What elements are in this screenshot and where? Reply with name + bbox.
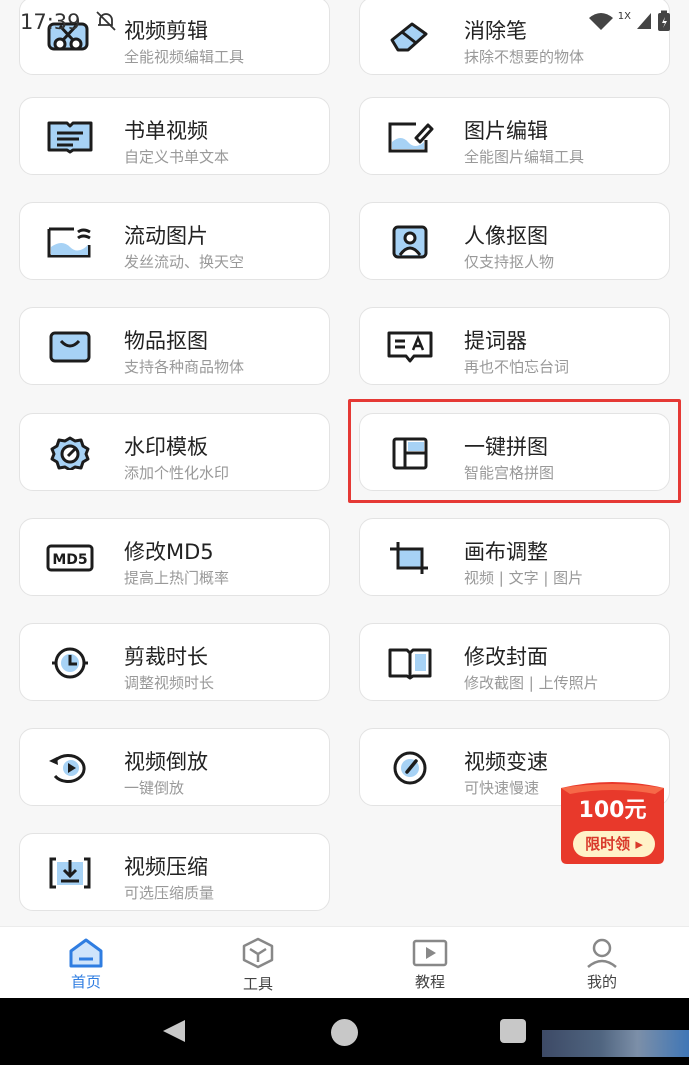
card-title: 修改封面 — [464, 645, 548, 669]
md5-icon: MD5 — [46, 544, 94, 572]
card-subtitle: 抹除不想要的物体 — [464, 48, 585, 66]
card-portrait-cutout[interactable]: 人像抠图 仅支持抠人物 — [359, 202, 670, 280]
teleprompter-icon — [387, 331, 433, 363]
status-time: 17:39 — [20, 10, 81, 34]
battery-icon — [658, 10, 670, 31]
tab-tools[interactable]: 工具 — [198, 927, 318, 999]
svg-text:MD5: MD5 — [52, 552, 87, 568]
tab-label: 教程 — [414, 973, 445, 991]
card-title: 剪裁时长 — [124, 645, 208, 669]
shopping-bag-icon — [49, 331, 91, 363]
card-subtitle: 自定义书单文本 — [124, 148, 230, 166]
card-title: 修改MD5 — [124, 540, 214, 564]
card-teleprompter[interactable]: 提词器 再也不怕忘台词 — [359, 307, 670, 385]
card-flowing-image[interactable]: 流动图片 发丝流动、换天空 — [19, 202, 330, 280]
card-title: 流动图片 — [124, 224, 208, 248]
recent-apps-icon[interactable] — [500, 1019, 526, 1043]
card-video-reverse[interactable]: 视频倒放 一键倒放 — [19, 728, 330, 806]
status-bar: 17:39 1X — [0, 0, 689, 40]
portrait-cutout-icon — [392, 225, 428, 259]
card-title: 人像抠图 — [464, 224, 548, 248]
watermark-badge-icon — [50, 436, 90, 470]
card-title: 图片编辑 — [464, 119, 548, 143]
card-subtitle: 全能图片编辑工具 — [464, 148, 585, 166]
card-subtitle: 调整视频时长 — [124, 674, 215, 692]
compress-icon — [49, 857, 91, 889]
wifi-icon — [588, 13, 613, 30]
card-modify-md5[interactable]: MD5 修改MD5 提高上热门概率 — [19, 518, 330, 596]
card-trim-duration[interactable]: 剪裁时长 调整视频时长 — [19, 623, 330, 701]
promo-amount: 100元 — [578, 798, 647, 823]
signal-icon — [637, 13, 651, 29]
card-title: 书单视频 — [124, 119, 208, 143]
home-circle-icon[interactable] — [331, 1019, 358, 1046]
tab-label: 我的 — [586, 973, 617, 991]
card-subtitle: 全能视频编辑工具 — [124, 48, 245, 66]
image-edit-icon — [388, 122, 434, 153]
card-title: 水印模板 — [124, 435, 208, 459]
speedometer-icon — [393, 751, 427, 785]
bottom-tab-bar: 首页 工具 教程 我的 — [0, 926, 689, 998]
decorative-strip — [542, 1030, 689, 1057]
card-subtitle: 再也不怕忘台词 — [464, 358, 570, 376]
canvas-crop-icon — [390, 542, 428, 574]
card-subtitle: 可快速慢速 — [464, 779, 540, 797]
flowing-image-icon — [47, 227, 91, 258]
card-title: 提词器 — [464, 329, 527, 353]
card-subtitle: 提高上热门概率 — [124, 569, 230, 587]
card-modify-cover[interactable]: 修改封面 修改截图 | 上传照片 — [359, 623, 670, 701]
reverse-play-icon — [49, 754, 86, 783]
card-image-edit[interactable]: 图片编辑 全能图片编辑工具 — [359, 97, 670, 175]
network-speed: 1X — [617, 10, 631, 22]
highlight-box — [348, 399, 681, 503]
card-watermark-template[interactable]: 水印模板 添加个性化水印 — [19, 413, 330, 491]
home-icon — [69, 938, 103, 968]
card-title: 视频变速 — [464, 750, 548, 774]
tab-profile[interactable]: 我的 — [542, 927, 662, 999]
card-subtitle: 仅支持抠人物 — [464, 253, 555, 271]
cover-book-icon — [388, 648, 432, 680]
card-title: 物品抠图 — [124, 329, 208, 353]
tab-tutorial[interactable]: 教程 — [370, 927, 490, 999]
tab-label: 首页 — [70, 973, 101, 991]
tutorial-play-icon — [412, 939, 448, 967]
card-title: 画布调整 — [464, 540, 548, 564]
back-icon[interactable] — [160, 1018, 188, 1044]
tools-cube-icon — [242, 937, 274, 969]
book-list-icon — [47, 121, 93, 154]
tab-home[interactable]: 首页 — [26, 927, 146, 999]
card-canvas-adjust[interactable]: 画布调整 视频 | 文字 | 图片 — [359, 518, 670, 596]
card-title: 视频压缩 — [124, 855, 208, 879]
card-subtitle: 修改截图 | 上传照片 — [464, 674, 599, 692]
card-book-list-video[interactable]: 书单视频 自定义书单文本 — [19, 97, 330, 175]
card-object-cutout[interactable]: 物品抠图 支持各种商品物体 — [19, 307, 330, 385]
promo-label: 限时领 ▸ — [585, 835, 643, 853]
status-icons: 1X — [588, 10, 671, 32]
card-subtitle: 添加个性化水印 — [124, 464, 230, 482]
card-subtitle: 一键倒放 — [124, 779, 185, 797]
card-subtitle: 视频 | 文字 | 图片 — [464, 569, 584, 587]
card-subtitle: 发丝流动、换天空 — [124, 253, 245, 271]
profile-icon — [587, 938, 617, 968]
promo-badge[interactable]: 100元 限时领 ▸ — [555, 780, 670, 864]
tab-label: 工具 — [242, 975, 273, 993]
card-video-compress[interactable]: 视频压缩 可选压缩质量 — [19, 833, 330, 911]
card-title: 视频倒放 — [124, 750, 208, 774]
muted-bell-icon — [96, 11, 116, 31]
system-nav-bar — [0, 998, 689, 1065]
clock-icon — [52, 647, 88, 679]
card-subtitle: 可选压缩质量 — [124, 884, 215, 902]
card-subtitle: 支持各种商品物体 — [124, 358, 245, 376]
